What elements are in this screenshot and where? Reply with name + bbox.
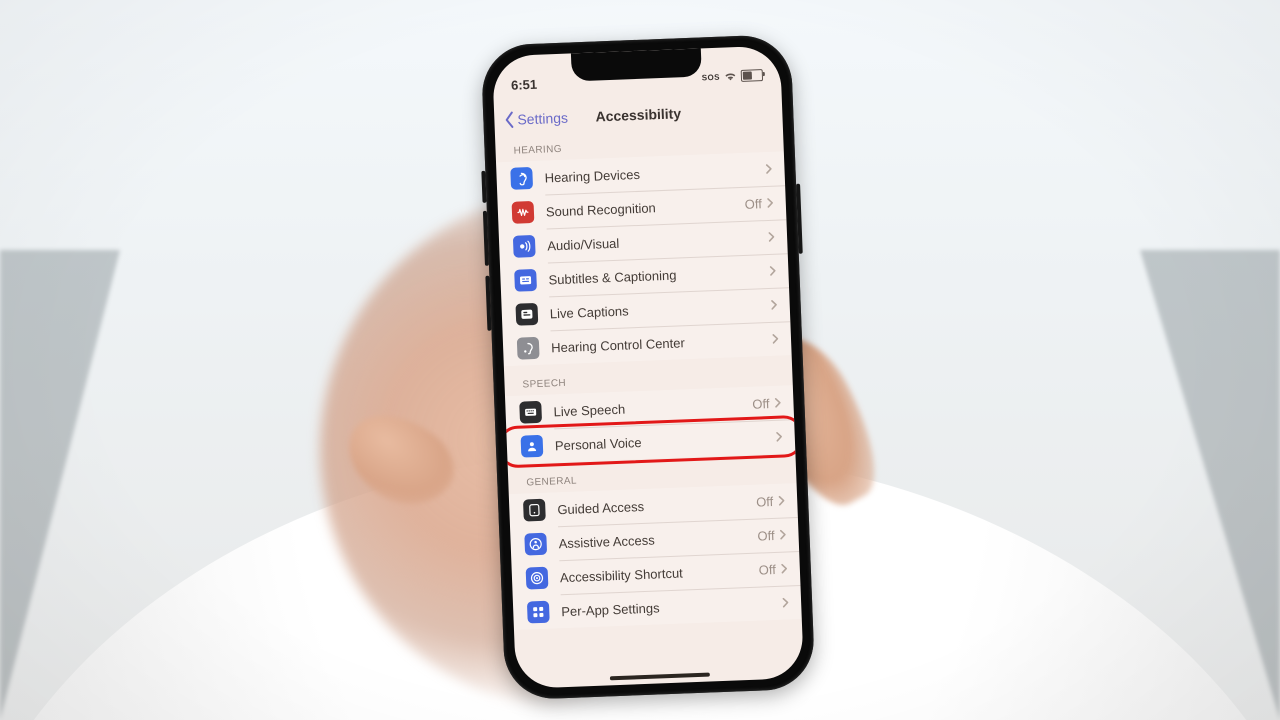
wifi-icon bbox=[724, 71, 737, 81]
chevron-right-icon bbox=[778, 529, 786, 541]
status-sos: SOS bbox=[702, 72, 720, 82]
row-value: Off bbox=[757, 527, 775, 543]
chevron-right-icon bbox=[767, 231, 775, 243]
apps-icon bbox=[527, 601, 550, 624]
row-label: Accessibility Shortcut bbox=[560, 562, 759, 585]
wave-icon bbox=[512, 201, 535, 224]
status-icons: SOS bbox=[702, 69, 764, 83]
row-label: Hearing Control Center bbox=[551, 331, 771, 354]
row-label: Per-App Settings bbox=[561, 595, 781, 618]
row-value: Off bbox=[758, 561, 776, 577]
row-label: Hearing Devices bbox=[544, 162, 764, 185]
chevron-right-icon bbox=[780, 562, 788, 574]
settings-scrollview[interactable]: HEARINGHearing DevicesSound RecognitionO… bbox=[495, 121, 804, 689]
row-label: Assistive Access bbox=[558, 528, 757, 551]
row-value: Off bbox=[744, 196, 762, 212]
row-label: Sound Recognition bbox=[546, 196, 745, 219]
cc-icon bbox=[514, 269, 537, 292]
chevron-right-icon bbox=[773, 397, 781, 409]
guided-icon bbox=[523, 499, 546, 522]
ear-icon bbox=[510, 167, 533, 190]
status-time: 6:51 bbox=[511, 76, 538, 92]
person-icon bbox=[521, 435, 544, 458]
row-label: Personal Voice bbox=[555, 429, 775, 452]
livecap-icon bbox=[515, 303, 538, 326]
row-label: Guided Access bbox=[557, 494, 756, 517]
battery-icon bbox=[741, 69, 763, 82]
av-icon bbox=[513, 235, 536, 258]
row-label: Live Speech bbox=[553, 396, 752, 419]
section-speech: Live SpeechOff Personal Voice bbox=[505, 385, 795, 464]
row-value: Off bbox=[756, 493, 774, 509]
chevron-right-icon bbox=[769, 299, 777, 311]
section-hearing: Hearing Devices Sound RecognitionOff Audio… bbox=[496, 151, 792, 366]
chevron-right-icon bbox=[768, 265, 776, 277]
phone-device: 6:51 SOS Settings Accessibility HEARINGH… bbox=[481, 34, 816, 700]
chevron-right-icon bbox=[764, 163, 772, 175]
photo-background: 6:51 SOS Settings Accessibility HEARINGH… bbox=[0, 0, 1280, 720]
section-general: Guided AccessOffAssistive AccessOffAcces… bbox=[509, 483, 802, 630]
keyboard-icon bbox=[519, 401, 542, 424]
chevron-right-icon bbox=[781, 596, 789, 608]
chevron-right-icon bbox=[775, 431, 783, 443]
chevron-right-icon bbox=[771, 333, 779, 345]
shortcut-icon bbox=[526, 567, 549, 590]
back-label: Settings bbox=[517, 110, 568, 128]
chevron-left-icon bbox=[502, 111, 517, 130]
chevron-right-icon bbox=[777, 495, 785, 507]
phone-notch bbox=[571, 48, 702, 81]
row-label: Live Captions bbox=[550, 297, 770, 320]
earctrl-icon bbox=[517, 337, 540, 360]
back-button[interactable]: Settings bbox=[502, 109, 568, 130]
assist-icon bbox=[524, 533, 547, 556]
chevron-right-icon bbox=[766, 197, 774, 209]
row-label: Subtitles & Captioning bbox=[548, 264, 768, 287]
row-value: Off bbox=[752, 396, 770, 412]
row-label: Audio/Visual bbox=[547, 230, 767, 253]
phone-screen: 6:51 SOS Settings Accessibility HEARINGH… bbox=[492, 45, 804, 689]
